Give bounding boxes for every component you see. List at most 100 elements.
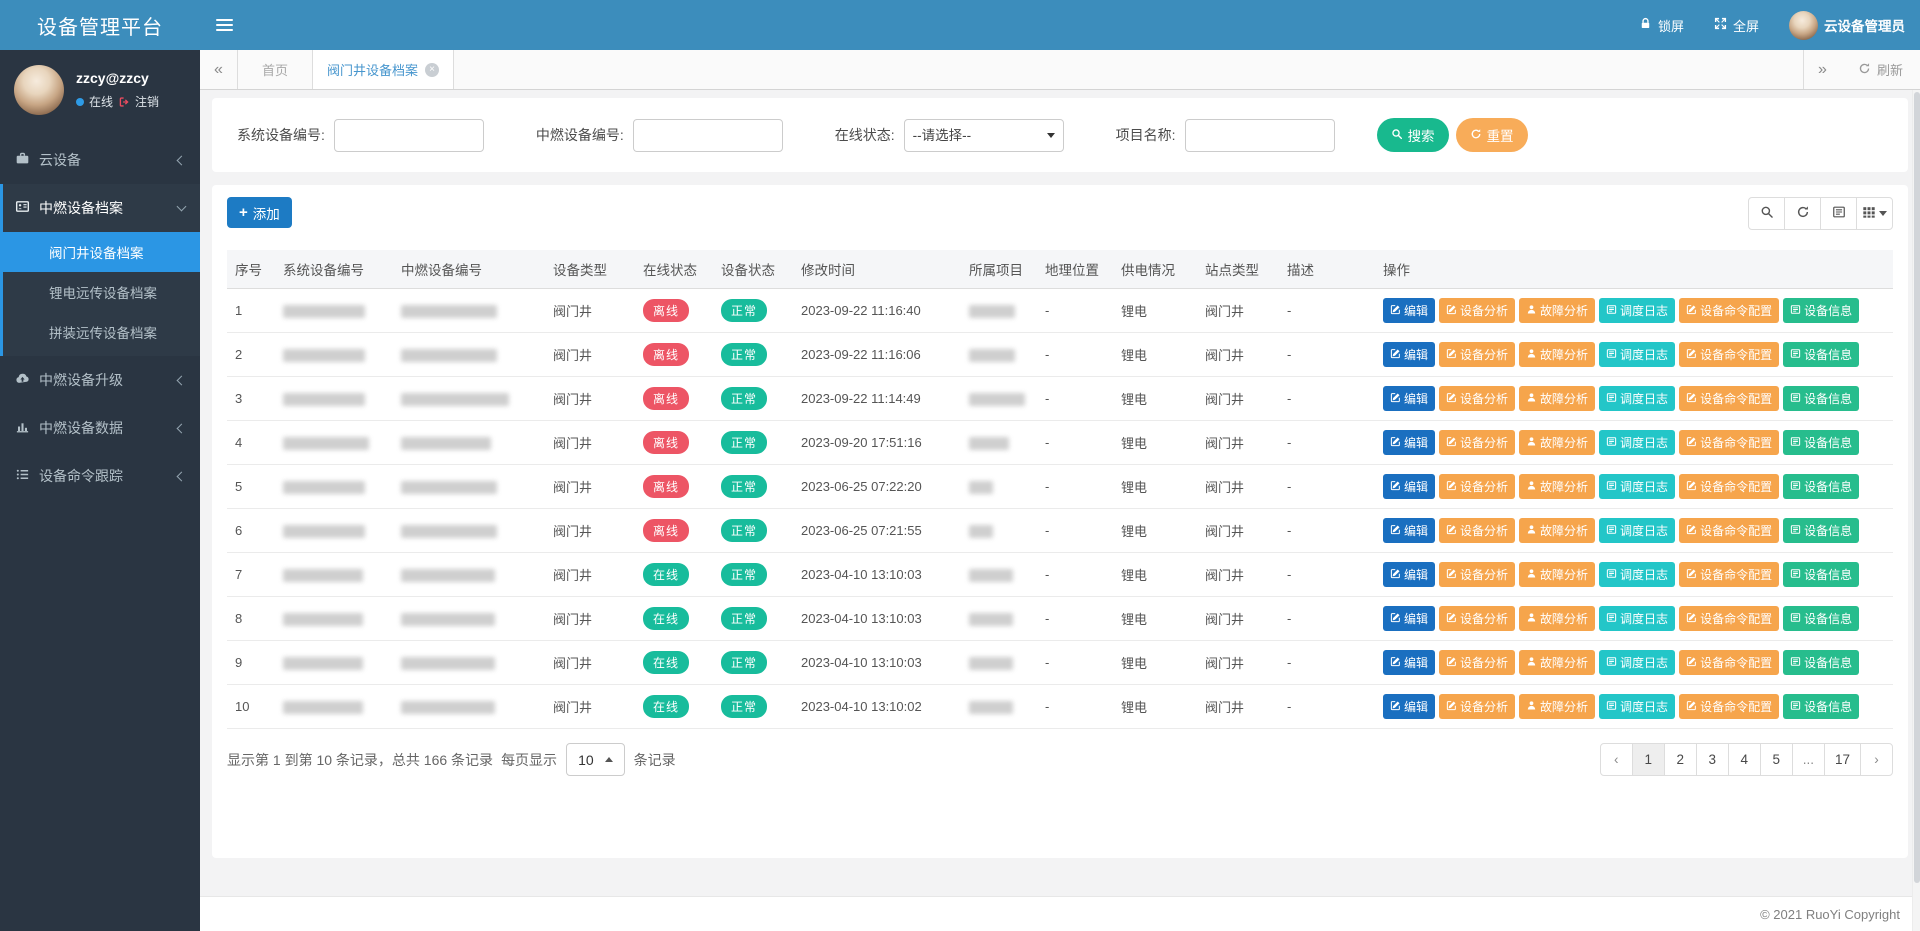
device-analysis-button[interactable]: 设备分析 [1439,298,1515,323]
tab-refresh-button[interactable]: 刷新 [1841,50,1920,89]
project-name-input[interactable] [1185,119,1335,152]
sidebar-item-command-tracking[interactable]: 设备命令跟踪 [0,452,200,500]
page-size-select[interactable]: 10 [566,743,625,776]
fault-analysis-button[interactable]: 故障分析 [1519,386,1595,411]
device-analysis-button[interactable]: 设备分析 [1439,694,1515,719]
page-button-17[interactable]: 17 [1824,743,1861,776]
device-command-config-button[interactable]: 设备命令配置 [1679,650,1779,675]
edit-button[interactable]: 编辑 [1383,342,1435,367]
device-command-config-button[interactable]: 设备命令配置 [1679,518,1779,543]
gas-device-no-input[interactable] [633,119,783,152]
device-command-config-button[interactable]: 设备命令配置 [1679,298,1779,323]
page-button-2[interactable]: 2 [1664,743,1697,776]
dispatch-log-button[interactable]: 调度日志 [1599,694,1675,719]
fault-analysis-button[interactable]: 故障分析 [1519,606,1595,631]
system-device-no-input[interactable] [334,119,484,152]
edit-button[interactable]: 编辑 [1383,474,1435,499]
device-analysis-button[interactable]: 设备分析 [1439,518,1515,543]
prev-page-button[interactable]: ‹ [1600,743,1633,776]
device-info-button[interactable]: 设备信息 [1783,518,1859,543]
table-detail-view-button[interactable] [1820,197,1857,230]
edit-button[interactable]: 编辑 [1383,562,1435,587]
device-info-button[interactable]: 设备信息 [1783,430,1859,455]
table-columns-button[interactable] [1856,197,1893,230]
fault-analysis-button[interactable]: 故障分析 [1519,298,1595,323]
logout-link[interactable]: 注销 [135,93,159,110]
page-button-1[interactable]: 1 [1632,743,1665,776]
device-info-button[interactable]: 设备信息 [1783,474,1859,499]
sidebar-toggle-button[interactable] [200,0,248,50]
page-button-3[interactable]: 3 [1696,743,1729,776]
device-info-button[interactable]: 设备信息 [1783,650,1859,675]
device-command-config-button[interactable]: 设备命令配置 [1679,606,1779,631]
dispatch-log-button[interactable]: 调度日志 [1599,518,1675,543]
device-info-button[interactable]: 设备信息 [1783,342,1859,367]
sidebar-subitem-assembled-remote-archive[interactable]: 拼装远传设备档案 [3,312,200,352]
sidebar-item-device-data[interactable]: 中燃设备数据 [0,404,200,452]
device-command-config-button[interactable]: 设备命令配置 [1679,474,1779,499]
device-info-button[interactable]: 设备信息 [1783,606,1859,631]
page-button-5[interactable]: 5 [1760,743,1793,776]
dispatch-log-button[interactable]: 调度日志 [1599,562,1675,587]
add-button[interactable]: + 添加 [227,197,292,228]
device-info-button[interactable]: 设备信息 [1783,562,1859,587]
fault-analysis-button[interactable]: 故障分析 [1519,694,1595,719]
sidebar-item-device-archives[interactable]: 中燃设备档案 [3,184,200,232]
dispatch-log-button[interactable]: 调度日志 [1599,606,1675,631]
page-button-4[interactable]: 4 [1728,743,1761,776]
device-analysis-button[interactable]: 设备分析 [1439,342,1515,367]
user-menu-button[interactable]: 云设备管理员 [1774,0,1920,50]
app-logo[interactable]: 设备管理平台 [0,0,200,50]
device-analysis-button[interactable]: 设备分析 [1439,650,1515,675]
table-search-toggle-button[interactable] [1748,197,1785,230]
lock-screen-button[interactable]: 锁屏 [1624,0,1699,50]
reset-button[interactable]: 重置 [1456,118,1528,152]
device-info-button[interactable]: 设备信息 [1783,386,1859,411]
fault-analysis-button[interactable]: 故障分析 [1519,562,1595,587]
device-command-config-button[interactable]: 设备命令配置 [1679,386,1779,411]
online-status-select[interactable]: --请选择-- [904,119,1064,152]
dispatch-log-button[interactable]: 调度日志 [1599,650,1675,675]
device-info-button[interactable]: 设备信息 [1783,694,1859,719]
next-page-button[interactable]: › [1860,743,1893,776]
tab-home[interactable]: 首页 [238,50,313,89]
fullscreen-button[interactable]: 全屏 [1699,0,1774,50]
dispatch-log-button[interactable]: 调度日志 [1599,430,1675,455]
search-button[interactable]: 搜索 [1377,118,1449,152]
fault-analysis-button[interactable]: 故障分析 [1519,518,1595,543]
edit-button[interactable]: 编辑 [1383,518,1435,543]
fault-analysis-button[interactable]: 故障分析 [1519,474,1595,499]
device-command-config-button[interactable]: 设备命令配置 [1679,342,1779,367]
device-info-button[interactable]: 设备信息 [1783,298,1859,323]
device-command-config-button[interactable]: 设备命令配置 [1679,694,1779,719]
dispatch-log-button[interactable]: 调度日志 [1599,342,1675,367]
table-refresh-button[interactable] [1784,197,1821,230]
edit-button[interactable]: 编辑 [1383,650,1435,675]
device-analysis-button[interactable]: 设备分析 [1439,606,1515,631]
dispatch-log-button[interactable]: 调度日志 [1599,298,1675,323]
tabs-scroll-right-button[interactable]: » [1803,50,1841,89]
edit-button[interactable]: 编辑 [1383,606,1435,631]
sidebar-item-cloud-device[interactable]: 云设备 [0,136,200,184]
sidebar-subitem-lithium-remote-archive[interactable]: 锂电远传设备档案 [3,272,200,312]
device-analysis-button[interactable]: 设备分析 [1439,562,1515,587]
fault-analysis-button[interactable]: 故障分析 [1519,650,1595,675]
edit-button[interactable]: 编辑 [1383,386,1435,411]
sidebar-subitem-valve-well-archive[interactable]: 阀门井设备档案 [3,232,200,272]
tabs-scroll-left-button[interactable]: « [200,50,238,89]
device-analysis-button[interactable]: 设备分析 [1439,386,1515,411]
tab-close-icon[interactable]: × [425,63,439,77]
edit-button[interactable]: 编辑 [1383,694,1435,719]
tab-valve-well-archive[interactable]: 阀门井设备档案 × [313,50,454,89]
sidebar-item-device-upgrade[interactable]: 中燃设备升级 [0,356,200,404]
fault-analysis-button[interactable]: 故障分析 [1519,342,1595,367]
device-analysis-button[interactable]: 设备分析 [1439,474,1515,499]
edit-button[interactable]: 编辑 [1383,430,1435,455]
scrollbar-thumb[interactable] [1914,92,1920,883]
edit-button[interactable]: 编辑 [1383,298,1435,323]
dispatch-log-button[interactable]: 调度日志 [1599,386,1675,411]
page-scrollbar[interactable] [1912,90,1920,931]
device-command-config-button[interactable]: 设备命令配置 [1679,562,1779,587]
dispatch-log-button[interactable]: 调度日志 [1599,474,1675,499]
device-command-config-button[interactable]: 设备命令配置 [1679,430,1779,455]
